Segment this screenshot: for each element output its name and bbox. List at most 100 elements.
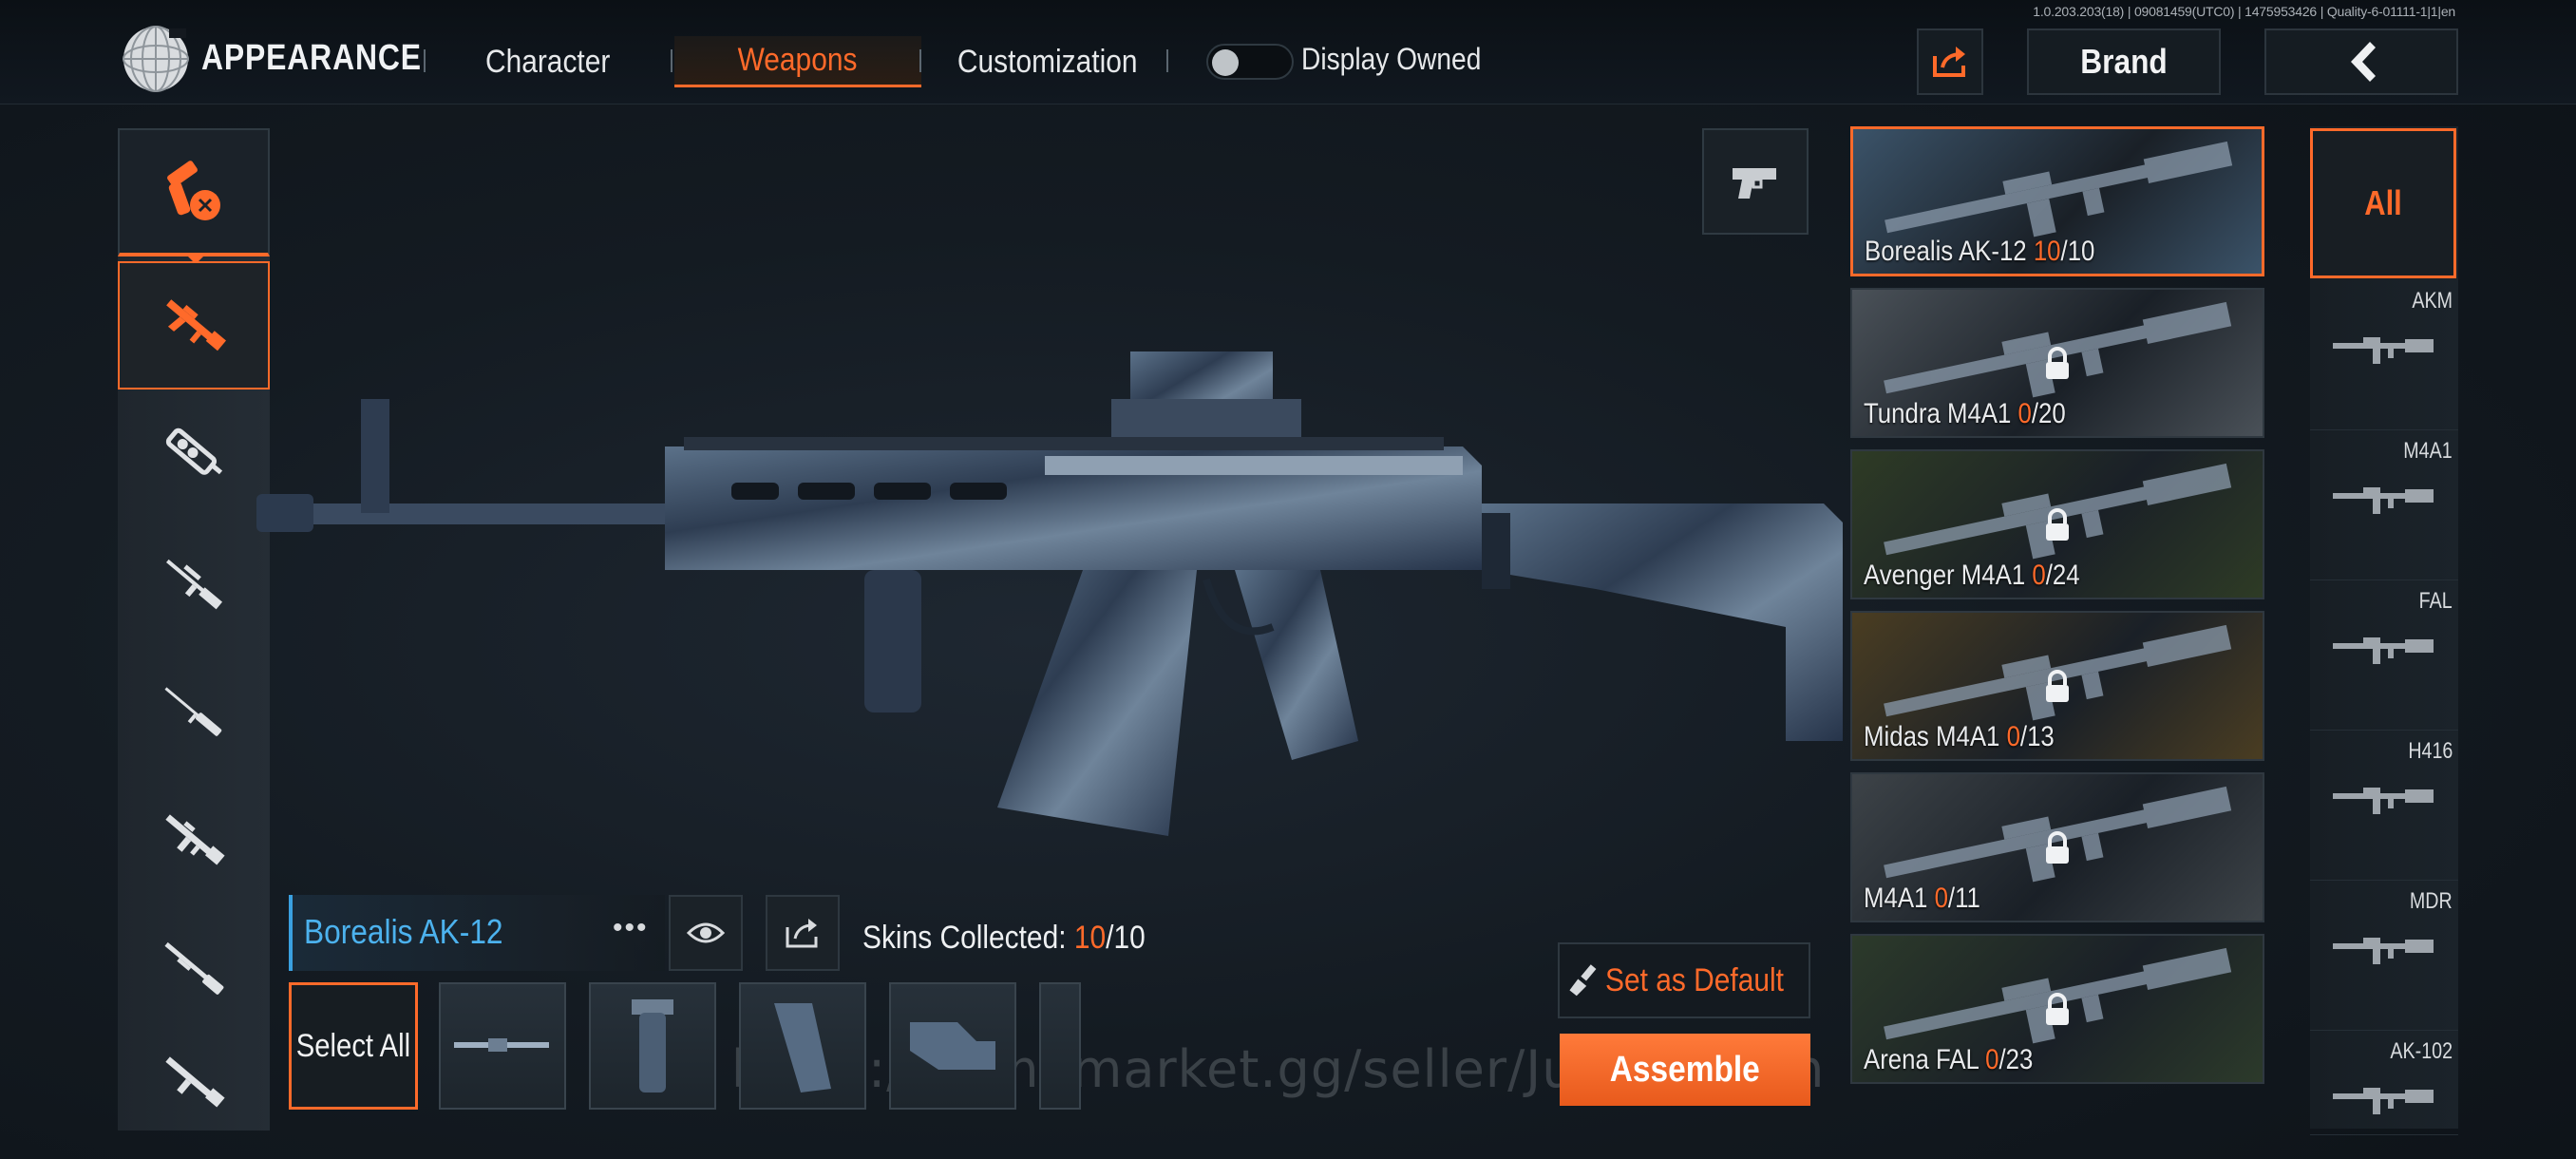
- shotgun-icon: [164, 941, 224, 995]
- share-skin-button[interactable]: [766, 895, 840, 971]
- weapon-type-name: H416: [2407, 738, 2453, 764]
- weapon-type-item[interactable]: H416: [2310, 731, 2458, 881]
- filter-all-button[interactable]: All: [2310, 128, 2456, 278]
- skin-card-total: /11: [1947, 883, 1980, 914]
- skin-name: Borealis AK-12: [304, 912, 503, 951]
- skin-card-total: /10: [2060, 236, 2095, 267]
- rail-item-lmg[interactable]: [118, 1036, 270, 1130]
- foregrip-part-icon: [632, 999, 673, 1092]
- version-info: 1.0.203.203(18) | 09081459(UTC0) | 14759…: [2033, 4, 2455, 19]
- skin-list[interactable]: Borealis AK-12 10/10 Tundra M4A1 0/20 Aven…: [1850, 126, 2264, 1114]
- brand-button[interactable]: Brand: [2027, 28, 2221, 95]
- preview-weapon-button[interactable]: [1702, 128, 1809, 235]
- weapon-type-rifle-icon: [2333, 637, 2434, 664]
- weapon-type-name: M4A1: [2403, 438, 2453, 464]
- weapon-model-preview: [256, 352, 1843, 836]
- weapon-type-rifle-icon: [2333, 1088, 2434, 1114]
- skins-collected: Skins Collected: 10/10: [862, 920, 1146, 956]
- skin-card-name: Avenger M4A1: [1864, 560, 2033, 591]
- skin-card-name: Tundra M4A1: [1864, 398, 2018, 429]
- assemble-button[interactable]: Assemble: [1560, 1034, 1810, 1106]
- divider: [919, 49, 921, 72]
- weapon-type-name: FAL: [2418, 588, 2453, 614]
- skin-card-name: Arena FAL: [1864, 1044, 1986, 1075]
- skin-card[interactable]: Midas M4A1 0/13: [1850, 611, 2264, 761]
- eye-icon: [687, 922, 725, 943]
- smg-icon: [165, 428, 223, 475]
- view-button[interactable]: [669, 895, 743, 971]
- divider: [1166, 49, 1168, 72]
- skin-card-label: Borealis AK-12 10/10: [1865, 236, 2094, 268]
- part-stock-slot[interactable]: [889, 982, 1016, 1110]
- part-grip-slot[interactable]: [739, 982, 866, 1110]
- pistol-icon: [1733, 168, 1776, 199]
- sniper-rifle-icon: [166, 559, 223, 610]
- skin-card-owned: 10: [2033, 236, 2061, 267]
- part-muzzle-slot[interactable]: [439, 982, 566, 1110]
- skin-card[interactable]: Tundra M4A1 0/20: [1850, 288, 2264, 438]
- globe-logo-icon: [123, 26, 189, 92]
- back-button[interactable]: [2264, 28, 2458, 95]
- weapon-type-item[interactable]: AKM: [2310, 280, 2458, 430]
- grip-part-icon: [774, 1003, 831, 1092]
- skin-card-owned: 0: [1934, 883, 1948, 914]
- display-owned-label: Display Owned: [1301, 42, 1482, 76]
- assault-rifle-icon: [166, 298, 227, 351]
- skin-card-label: Avenger M4A1 0/24: [1864, 560, 2080, 592]
- skin-card-total: /24: [2045, 560, 2080, 591]
- weapon-type-item[interactable]: MDR: [2310, 881, 2458, 1031]
- weapon-type-rifle-icon: [2333, 337, 2434, 364]
- lock-icon: [2046, 347, 2069, 379]
- divider: [424, 49, 426, 72]
- stock-part-icon: [910, 1022, 995, 1070]
- weapon-type-name: AKM: [2412, 288, 2453, 314]
- share-icon: [1933, 47, 1965, 77]
- weapon-type-rifle-icon: [2333, 938, 2434, 964]
- skin-card[interactable]: Avenger M4A1 0/24: [1850, 449, 2264, 599]
- set-as-default-button[interactable]: Set as Default: [1558, 942, 1810, 1018]
- weapon-type-item[interactable]: AK-102: [2310, 1031, 2458, 1135]
- skin-card-name: Borealis AK-12: [1865, 236, 2034, 267]
- lock-icon: [2046, 670, 2069, 702]
- weapon-type-item[interactable]: FAL: [2310, 580, 2458, 731]
- skin-card-owned: 0: [1985, 1044, 1999, 1075]
- muzzle-part-icon: [454, 1038, 549, 1052]
- weapon-type-rifle-icon: [2333, 487, 2434, 514]
- rail-item-shotgun[interactable]: [118, 907, 270, 1031]
- lock-icon: [2046, 831, 2069, 864]
- lock-icon: [2046, 993, 2069, 1025]
- molotov-grenade-icon: [167, 160, 220, 220]
- skin-weapon-thumbnail: [1885, 141, 2233, 238]
- more-options-button[interactable]: •••: [613, 912, 649, 944]
- skin-card-total: /23: [1998, 1044, 2034, 1075]
- skin-card-name: Midas M4A1: [1864, 721, 2007, 752]
- skin-card-label: Midas M4A1 0/13: [1864, 721, 2055, 753]
- skin-card-label: Arena FAL 0/23: [1864, 1044, 2033, 1076]
- display-owned-toggle[interactable]: [1206, 44, 1294, 80]
- weapon-type-name: AK-102: [2390, 1038, 2453, 1064]
- skin-card-label: Tundra M4A1 0/20: [1864, 398, 2066, 430]
- weapon-type-rifle-icon: [2333, 788, 2434, 814]
- toggle-knob: [1212, 49, 1239, 76]
- skin-card-name: M4A1: [1864, 883, 1935, 914]
- brush-icon: [1569, 964, 1597, 997]
- part-foregrip-slot[interactable]: [589, 982, 716, 1110]
- select-all-button[interactable]: Select All: [289, 982, 418, 1110]
- skin-card-label: M4A1 0/11: [1864, 883, 1980, 915]
- tab-character[interactable]: Character: [458, 36, 638, 87]
- skin-card-total: /13: [2019, 721, 2055, 752]
- marksman-rifle-icon: [164, 687, 222, 736]
- skin-card-owned: 0: [2032, 560, 2046, 591]
- tab-weapons[interactable]: Weapons: [674, 36, 921, 87]
- share-button[interactable]: [1917, 28, 1983, 95]
- skin-card[interactable]: Arena FAL 0/23: [1850, 934, 2264, 1084]
- skin-card[interactable]: Borealis AK-12 10/10: [1850, 126, 2264, 276]
- skin-card[interactable]: M4A1 0/11: [1850, 772, 2264, 922]
- part-more-slot[interactable]: [1039, 982, 1081, 1110]
- skin-card-owned: 0: [2006, 721, 2020, 752]
- weapon-type-item[interactable]: M4A1: [2310, 430, 2458, 580]
- weapon-type-name: MDR: [2410, 888, 2453, 914]
- tab-customization[interactable]: Customization: [940, 36, 1154, 87]
- share-icon: [786, 919, 818, 948]
- rail-item-throwables[interactable]: [118, 128, 270, 256]
